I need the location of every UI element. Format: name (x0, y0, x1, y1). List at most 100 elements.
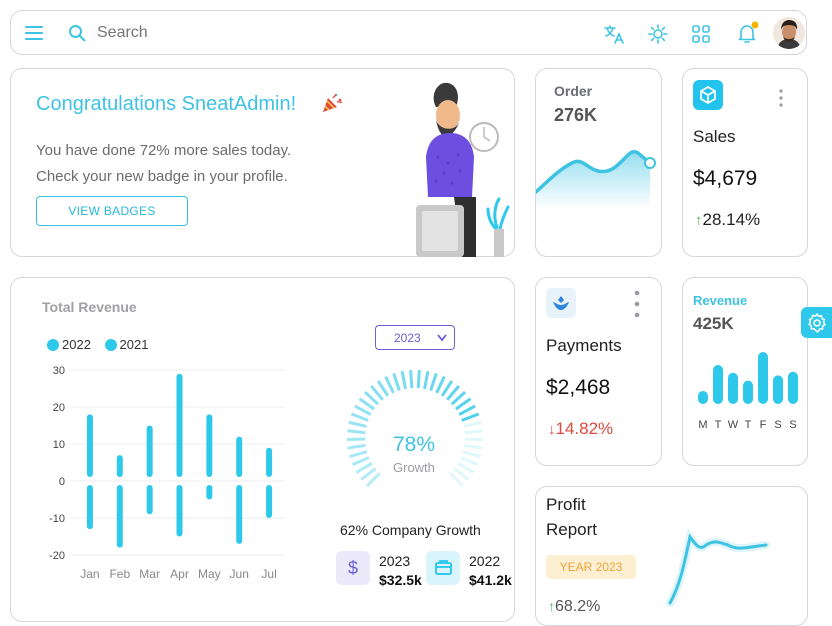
mini-bar-4 (758, 352, 768, 404)
mini-bar-6 (788, 372, 798, 404)
y-tick-label: 0 (59, 476, 65, 488)
payments-label: Payments (546, 336, 622, 356)
year-select-value: 2023 (394, 331, 421, 345)
profit-report-card: Profit Report YEAR 2023 ↑68.2% (535, 486, 808, 626)
order-sparkline (536, 139, 661, 257)
translate-icon[interactable] (603, 23, 625, 45)
gauge-tick (394, 373, 400, 390)
gauge-tick (386, 377, 394, 393)
bar-2022-apr (177, 374, 183, 477)
day-label: T (745, 419, 752, 431)
payments-change-value: 14.82% (556, 419, 614, 438)
y-tick-label: 30 (53, 365, 65, 377)
congrats-line2: Check your new badge in your profile. (36, 168, 288, 185)
x-tick-label: Jul (261, 567, 276, 581)
more-options-icon[interactable] (634, 290, 640, 318)
order-card: Order 276K (535, 68, 662, 257)
bar-2021-may (206, 485, 212, 500)
bar-2021-feb (117, 485, 123, 548)
revenue-mini-card: Revenue 425K MTWTFSS (682, 277, 808, 466)
view-badges-button[interactable]: VIEW BADGES (36, 196, 188, 226)
bar-2022-may (206, 414, 212, 477)
sales-label: Sales (693, 127, 736, 147)
company-growth-text: 62% Company Growth (340, 522, 481, 538)
gauge-tick (402, 371, 405, 389)
x-tick-label: Apr (170, 567, 189, 581)
more-options-icon[interactable] (778, 89, 784, 107)
day-label: M (698, 419, 707, 431)
total-revenue-title: Total Revenue (42, 299, 137, 315)
x-tick-label: Jan (80, 567, 99, 581)
total-revenue-bar-chart: 3020100-10-20JanFebMarAprMayJunJul (11, 358, 301, 588)
mini-bar-5 (773, 375, 783, 404)
sun-icon[interactable] (647, 23, 669, 45)
congrats-line1: You have done 72% more sales today. (36, 142, 291, 159)
year-select[interactable]: 2023 (375, 325, 455, 350)
profit-title-line1: Profit (546, 495, 586, 515)
mini-bar-1 (713, 365, 723, 404)
avatar[interactable] (772, 16, 806, 50)
payments-change: ↓14.82% (548, 419, 613, 439)
bell-icon[interactable] (735, 21, 759, 45)
gauge-tick (465, 431, 483, 433)
profit-year-badge: YEAR 2023 (546, 555, 636, 579)
bar-2022-jul (266, 448, 272, 477)
mini-bar-3 (743, 381, 753, 404)
stat-year-2023: 2023 (379, 553, 410, 569)
gauge-tick (459, 406, 475, 414)
bar-2022-jan (87, 414, 93, 477)
gauge-tick (464, 422, 482, 426)
stat-value-2023: $32.5k (379, 572, 422, 588)
bar-2022-jun (236, 437, 242, 477)
revenue-mini-label: Revenue (693, 293, 747, 308)
chart-legend: 2022 2021 (47, 337, 148, 352)
profit-change: ↑68.2% (548, 598, 600, 616)
payments-value: $2,468 (546, 376, 610, 400)
gauge-tick (463, 452, 480, 457)
gauge-tick (350, 452, 367, 457)
settings-button[interactable] (801, 307, 832, 338)
y-tick-label: 20 (53, 402, 65, 414)
gauge-tick (356, 463, 372, 472)
legend-label-2021: 2021 (120, 337, 149, 352)
stat-year-2022: 2022 (469, 553, 500, 569)
day-label: S (774, 419, 781, 431)
x-tick-label: Feb (109, 567, 130, 581)
gauge-tick (458, 463, 474, 472)
profit-title-line2: Report (546, 520, 597, 540)
order-value: 276K (554, 105, 597, 126)
wallet-icon (426, 551, 460, 585)
y-tick-label: -20 (49, 550, 65, 562)
bar-2022-mar (147, 426, 153, 478)
day-label: T (715, 419, 722, 431)
y-tick-label: 10 (53, 439, 65, 451)
gauge-tick (351, 414, 368, 420)
revenue-mini-value: 425K (693, 314, 734, 334)
gauge-tick (464, 445, 482, 448)
menu-icon[interactable] (25, 25, 43, 41)
chevron-down-icon (437, 334, 447, 342)
order-label: Order (554, 83, 592, 99)
gauge-tick (462, 414, 479, 420)
sales-change: ↑28.14% (695, 210, 760, 230)
profit-change-value: 68.2% (555, 598, 600, 615)
day-label: W (728, 419, 739, 431)
legend-item-2022: 2022 (47, 337, 91, 352)
gauge-tick (349, 422, 367, 426)
revenue-mini-bar-chart: MTWTFSS (693, 348, 799, 438)
grid-icon[interactable] (691, 24, 711, 44)
search-input[interactable] (97, 21, 397, 45)
y-tick-label: -10 (49, 513, 65, 525)
gauge-tick (424, 371, 427, 389)
arrow-up-icon: ↑ (695, 212, 703, 229)
bar-2021-jun (236, 485, 242, 544)
profit-sparkline (662, 525, 772, 611)
sales-change-value: 28.14% (703, 210, 761, 229)
gauge-tick (461, 458, 478, 465)
bar-2022-feb (117, 455, 123, 477)
cube-icon (693, 80, 723, 110)
search-icon (68, 24, 86, 42)
gauge-tick (348, 445, 366, 448)
gear-icon (806, 312, 828, 334)
gauge-tick (352, 458, 369, 465)
